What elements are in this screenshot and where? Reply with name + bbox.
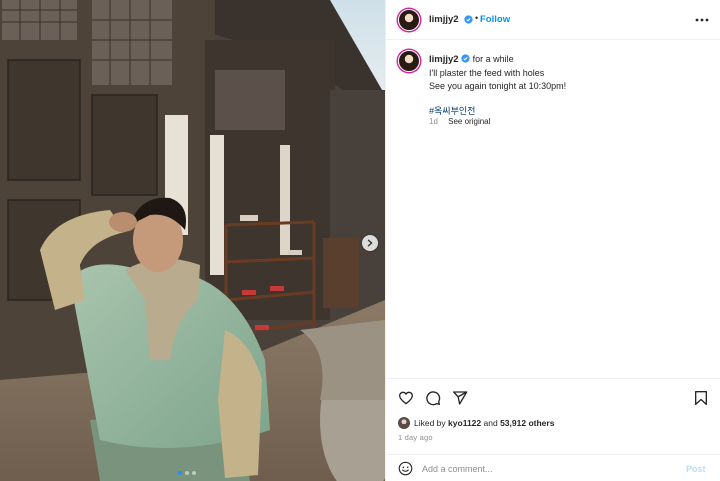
carousel-dot [192,471,196,475]
carousel-dot-active [178,471,182,475]
carousel-next-button[interactable] [362,235,378,251]
bookmark-icon[interactable] [693,390,709,406]
post-photo [0,0,385,481]
heart-icon[interactable] [398,390,414,406]
comment-bar: Post [386,454,720,481]
likes-conjunction: and [483,418,498,428]
post-caption: limjjy2 for a while I'll plaster the fee… [386,40,720,378]
comment-input[interactable] [422,460,672,477]
likes-summary: Liked by kyo1122 and 53,912 others [398,416,554,430]
post-timestamp: 1 day ago [398,433,433,442]
carousel-dot [185,471,189,475]
post-header: limjjy2 • Follow [386,0,720,40]
carousel-indicator [178,471,196,475]
author-username[interactable]: limjjy2 [429,14,459,25]
verified-badge-icon [464,14,473,24]
caption-avatar[interactable] [398,50,420,72]
post-media[interactable] [0,0,385,481]
caption-line: See you again tonight at 10:30pm! [429,80,567,91]
follow-button[interactable]: Follow [480,14,510,25]
liker-username[interactable]: kyo1122 [448,418,481,428]
caption-age: 1d [429,117,438,126]
verified-badge-icon [461,54,470,63]
header-separator: • [475,13,479,23]
action-bar [386,378,720,414]
chevron-right-icon [367,239,373,247]
emoji-icon[interactable] [398,461,413,476]
likes-others-link[interactable]: 53,912 others [500,418,554,428]
caption-text: limjjy2 for a while I'll plaster the fee… [429,53,709,118]
comment-icon[interactable] [425,390,441,406]
more-options-icon[interactable] [694,13,710,27]
likes-prefix: Liked by [414,418,446,428]
caption-username[interactable]: limjjy2 [429,54,459,65]
instagram-post: limjjy2 • Follow limjjy2 for a while I'l… [0,0,720,481]
liker-avatar[interactable] [398,417,410,429]
caption-meta: 1d See original [429,117,490,126]
see-original-link[interactable]: See original [448,117,490,126]
caption-line: for a while [472,54,514,64]
post-details-pane: limjjy2 • Follow limjjy2 for a while I'l… [385,0,720,481]
caption-line: I'll plaster the feed with holes [429,67,545,78]
post-comment-button[interactable]: Post [686,464,706,474]
author-avatar[interactable] [398,9,420,31]
share-icon[interactable] [452,390,468,406]
